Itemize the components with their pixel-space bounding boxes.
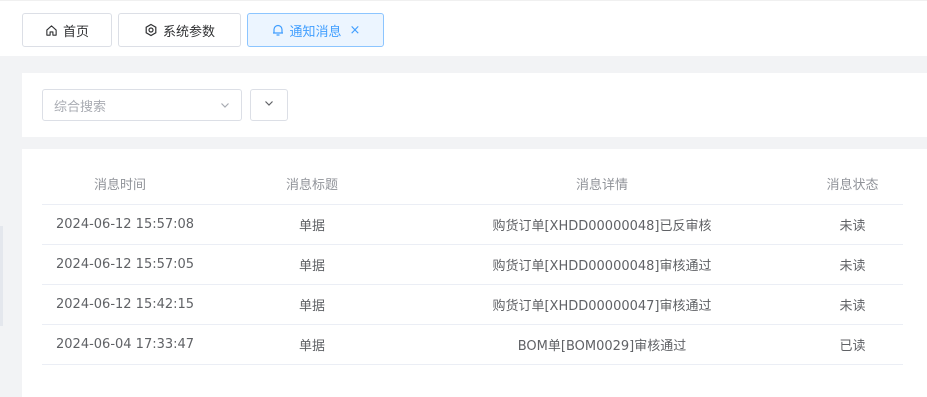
cell-detail: 购货订单[XHDD00000048]已反审核: [492, 219, 712, 234]
cell-title: 单据: [298, 219, 325, 234]
column-header-title: 消息标题: [285, 178, 338, 193]
table-row[interactable]: 2024-06-12 15:57:05 单据 购货订单[XHDD00000048…: [42, 245, 903, 285]
close-icon[interactable]: ×: [350, 23, 361, 38]
chevron-down-icon: [219, 99, 231, 115]
bell-icon: [271, 23, 285, 37]
settings-icon: [144, 23, 158, 37]
cell-detail: BOM单[BOM0029]审核通过: [517, 339, 687, 354]
cell-time: 2024-06-12 15:42:15: [56, 297, 195, 312]
tab-system-params[interactable]: 系统参数: [118, 13, 241, 47]
tab-bar: 首页 系统参数 通知消息 ×: [0, 0, 927, 56]
cell-detail: 购货订单[XHDD00000048]审核通过: [492, 259, 712, 274]
cell-time: 2024-06-12 15:57:05: [56, 257, 195, 272]
table-row[interactable]: 2024-06-12 15:42:15 单据 购货订单[XHDD00000047…: [42, 285, 903, 325]
message-table-panel: 消息时间 消息标题 消息详情 消息状态 2024-06-12 15:57:08 …: [22, 149, 927, 397]
cell-time: 2024-06-12 15:57:08: [56, 217, 195, 232]
cell-title: 单据: [298, 299, 325, 314]
chevron-down-icon: [263, 97, 275, 113]
cell-status: 已读: [839, 339, 866, 354]
column-header-time: 消息时间: [94, 178, 147, 193]
tab-home[interactable]: 首页: [22, 13, 112, 47]
search-placeholder: 综合搜索: [54, 99, 107, 115]
search-select[interactable]: 综合搜索: [42, 89, 242, 121]
tab-notifications[interactable]: 通知消息 ×: [247, 13, 384, 47]
table-row[interactable]: 2024-06-12 15:57:08 单据 购货订单[XHDD00000048…: [42, 205, 903, 245]
home-icon: [45, 24, 58, 37]
cell-title: 单据: [298, 259, 325, 274]
column-header-status: 消息状态: [826, 178, 879, 193]
search-panel: 综合搜索: [22, 73, 927, 137]
tab-home-label: 首页: [62, 24, 89, 40]
cell-detail: 购货订单[XHDD00000047]审核通过: [492, 299, 712, 314]
cell-status: 未读: [839, 219, 866, 234]
cell-title: 单据: [298, 339, 325, 354]
tab-notifications-label: 通知消息: [289, 24, 342, 40]
column-header-detail: 消息详情: [575, 178, 628, 193]
main-content: 综合搜索 消息时间 消息标题 消息详情 消息状态 2024-06-12 15:5…: [0, 56, 927, 397]
sidebar-edge: [0, 226, 3, 326]
cell-time: 2024-06-04 17:33:47: [56, 337, 195, 352]
table-row[interactable]: 2024-06-04 17:33:47 单据 BOM单[BOM0029]审核通过…: [42, 325, 903, 365]
table-header: 消息时间 消息标题 消息详情 消息状态: [42, 163, 903, 205]
message-table: 消息时间 消息标题 消息详情 消息状态 2024-06-12 15:57:08 …: [42, 163, 903, 365]
cell-status: 未读: [839, 259, 866, 274]
tab-system-params-label: 系统参数: [162, 24, 215, 40]
cell-status: 未读: [839, 299, 866, 314]
expand-filter-button[interactable]: [250, 89, 288, 121]
